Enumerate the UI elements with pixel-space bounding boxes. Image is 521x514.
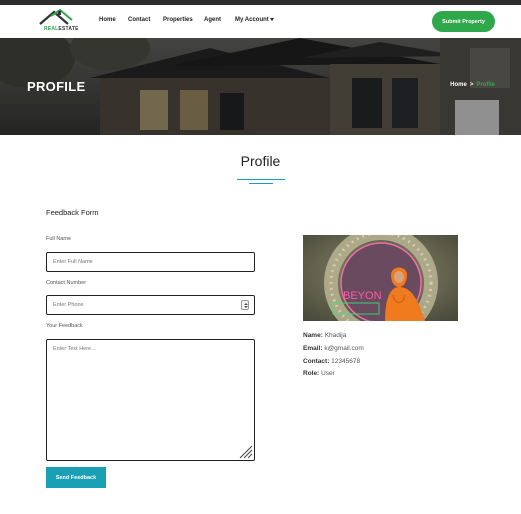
profile-role-value: User <box>321 370 335 377</box>
nav-properties[interactable]: Properties <box>163 17 193 23</box>
hero-banner: PROFILE Home > Profile <box>0 38 521 135</box>
title-underline-short <box>249 183 273 184</box>
breadcrumb-separator: > <box>469 82 474 88</box>
full-name-label: Full Name <box>46 236 72 242</box>
page-title: PROFILE <box>27 79 86 94</box>
profile-contact-value: 12345678 <box>331 358 361 365</box>
logo-text: REALESTATE <box>44 26 79 32</box>
profile-email-value: k@gmail.com <box>324 345 364 352</box>
phone-input[interactable] <box>46 295 255 315</box>
profile-name-label: Name: <box>303 332 323 339</box>
full-name-input[interactable] <box>46 252 255 272</box>
resize-grip-icon[interactable] <box>238 445 253 459</box>
feedback-label: Your Feedback <box>46 323 83 329</box>
profile-contact: Contact: 12345678 <box>303 358 360 365</box>
profile-contact-label: Contact: <box>303 358 330 365</box>
spinner-down-icon[interactable] <box>243 305 248 308</box>
send-feedback-button[interactable]: Send Feedback <box>46 467 106 488</box>
nav-home[interactable]: Home <box>99 17 116 23</box>
feedback-textarea[interactable] <box>46 339 255 461</box>
contact-number-label: Contact Number <box>46 280 87 286</box>
profile-photo-image: BEYON <box>303 235 458 321</box>
nav-my-account-label: My Account <box>235 17 269 23</box>
profile-photo: BEYON <box>303 235 458 321</box>
navbar: REALESTATE Home Contact Properties Agent… <box>0 5 521 38</box>
profile-role-label: Role: <box>303 370 320 377</box>
nav-contact[interactable]: Contact <box>128 17 150 23</box>
profile-name-value: Khadija <box>324 332 347 339</box>
photo-sign-text: BEYON <box>343 290 382 302</box>
feedback-form-heading: Feedback Form <box>46 208 99 217</box>
profile-role: Role: User <box>303 370 335 377</box>
section-title: Profile <box>240 153 281 169</box>
title-underline <box>237 179 285 180</box>
number-spinner-icon[interactable] <box>241 300 249 310</box>
nav-agent[interactable]: Agent <box>204 17 221 23</box>
breadcrumb: Home > Profile <box>450 82 495 88</box>
spinner-up-icon[interactable] <box>243 302 248 305</box>
profile-email-label: Email: <box>303 345 323 352</box>
nav-my-account[interactable]: My Account <box>235 17 274 23</box>
profile-email: Email: k@gmail.com <box>303 345 364 352</box>
breadcrumb-current: Profile <box>476 82 495 88</box>
site-logo[interactable]: REALESTATE <box>38 8 78 34</box>
submit-property-button[interactable]: Submit Property <box>432 11 495 32</box>
logo-real: REAL <box>44 26 59 32</box>
house-roof-icon <box>39 8 73 25</box>
logo-estate: ESTATE <box>58 26 79 32</box>
profile-name: Name: Khadija <box>303 332 346 339</box>
breadcrumb-home[interactable]: Home <box>450 82 467 88</box>
caret-down-icon <box>269 17 274 21</box>
